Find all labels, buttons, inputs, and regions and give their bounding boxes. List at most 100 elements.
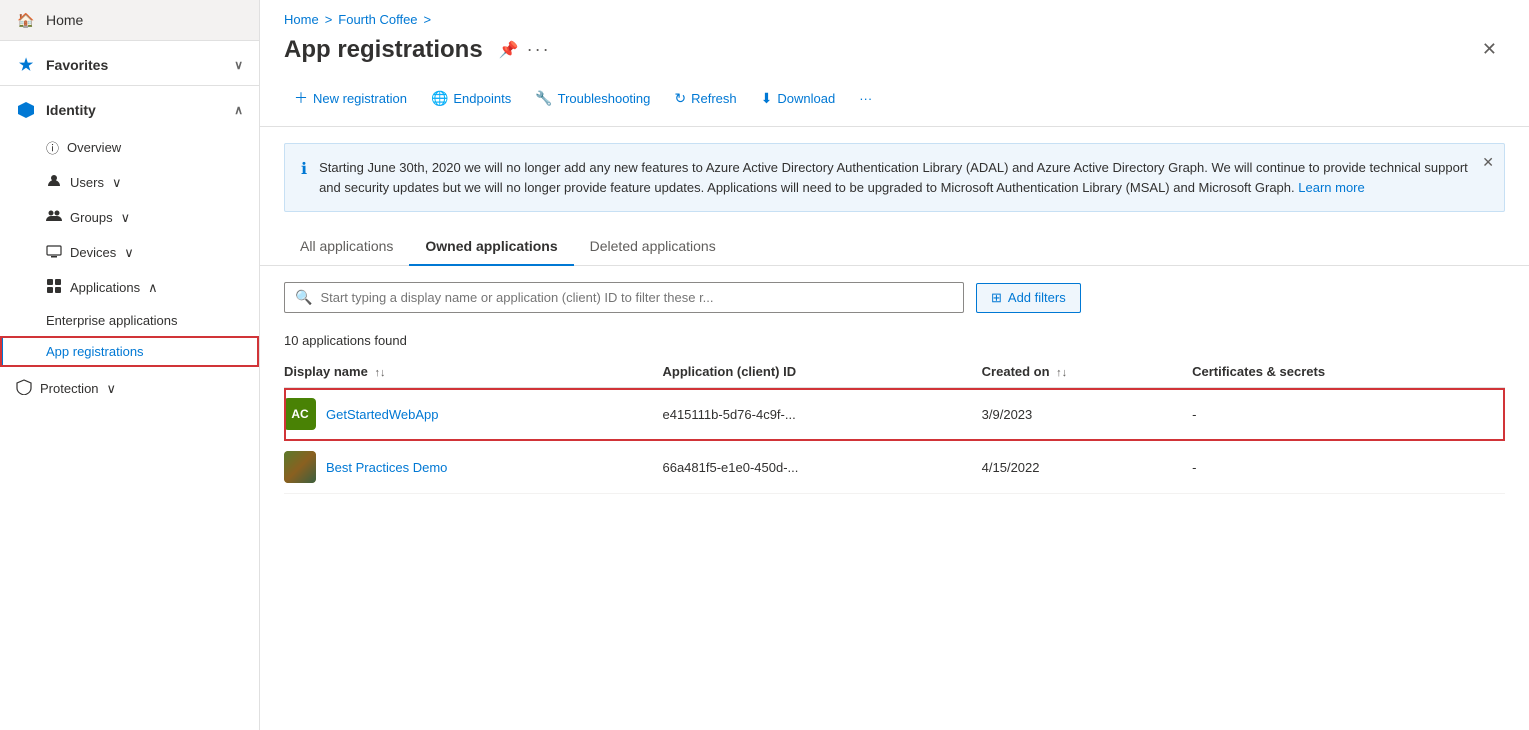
close-button[interactable]: ✕ xyxy=(1474,35,1505,64)
identity-chevron: ∧ xyxy=(234,103,243,117)
sidebar: 🏠 Home ★ Favorites ∨ Identity ∧ ⓘ Overvi… xyxy=(0,0,260,730)
protection-icon xyxy=(16,379,32,398)
breadcrumb-tenant[interactable]: Fourth Coffee xyxy=(338,12,417,27)
breadcrumb-sep1: > xyxy=(325,12,333,27)
breadcrumb-home[interactable]: Home xyxy=(284,12,319,27)
page-header-actions: 📌 ··· xyxy=(499,39,551,60)
app-avatar xyxy=(284,451,316,483)
toolbar-more-button[interactable]: ··· xyxy=(849,85,882,112)
sort-display-name-icon[interactable]: ↑↓ xyxy=(374,367,385,379)
toolbar: ＋ New registration 🌐 Endpoints 🔧 Trouble… xyxy=(260,76,1529,127)
home-icon: 🏠 xyxy=(16,10,36,30)
download-icon: ⬇ xyxy=(761,90,773,107)
col-client-id: Application (client) ID xyxy=(662,356,981,388)
app-name-link[interactable]: GetStartedWebApp xyxy=(326,407,439,422)
certs-cell: - xyxy=(1192,388,1505,441)
page-ellipsis-icon[interactable]: ··· xyxy=(527,39,551,60)
results-count: 10 applications found xyxy=(284,329,1505,356)
wrench-icon: 🔧 xyxy=(535,90,552,107)
applications-table: Display name ↑↓ Application (client) ID … xyxy=(284,356,1505,494)
groups-chevron: ∨ xyxy=(121,210,131,226)
sidebar-item-enterprise-apps[interactable]: Enterprise applications xyxy=(0,305,259,336)
globe-icon: 🌐 xyxy=(431,90,448,107)
sidebar-item-overview[interactable]: ⓘ Overview xyxy=(0,130,259,165)
applications-icon xyxy=(46,278,62,297)
app-name-cell: AC GetStartedWebApp xyxy=(284,388,662,441)
tabs: All applications Owned applications Dele… xyxy=(260,228,1529,266)
info-banner: ℹ Starting June 30th, 2020 we will no lo… xyxy=(284,143,1505,212)
users-icon xyxy=(46,173,62,192)
sidebar-item-groups[interactable]: Groups ∨ xyxy=(0,200,259,235)
download-button[interactable]: ⬇ Download xyxy=(751,84,846,113)
table-area: 10 applications found Display name ↑↓ Ap… xyxy=(260,321,1529,502)
app-name-link[interactable]: Best Practices Demo xyxy=(326,460,447,475)
refresh-icon: ↻ xyxy=(674,90,686,107)
groups-icon xyxy=(46,208,62,227)
app-avatar: AC xyxy=(284,398,316,430)
sidebar-identity-label: Identity xyxy=(46,102,96,118)
protection-chevron: ∨ xyxy=(107,381,117,397)
endpoints-button[interactable]: 🌐 Endpoints xyxy=(421,84,521,113)
table-row: Best Practices Demo 66a481f5-e1e0-450d-.… xyxy=(284,441,1505,494)
sidebar-item-applications[interactable]: Applications ∧ xyxy=(0,270,259,305)
client-id-cell: 66a481f5-e1e0-450d-... xyxy=(662,441,981,494)
sidebar-item-devices[interactable]: Devices ∨ xyxy=(0,235,259,270)
identity-icon xyxy=(16,100,36,120)
tab-deleted-applications[interactable]: Deleted applications xyxy=(574,228,732,266)
col-certs: Certificates & secrets xyxy=(1192,356,1505,388)
sidebar-applications-label: Applications xyxy=(70,280,140,295)
breadcrumb: Home > Fourth Coffee > xyxy=(260,0,1529,31)
pin-icon[interactable]: 📌 xyxy=(499,40,519,60)
learn-more-link[interactable]: Learn more xyxy=(1298,180,1364,195)
filter-icon: ⊞ xyxy=(991,290,1002,306)
sidebar-item-identity[interactable]: Identity ∧ xyxy=(0,85,259,130)
client-id-cell: e415111b-5d76-4c9f-... xyxy=(662,388,981,441)
page-header: App registrations 📌 ··· ✕ xyxy=(260,31,1529,76)
tab-all-applications[interactable]: All applications xyxy=(284,228,409,266)
info-icon: ℹ xyxy=(301,159,307,179)
app-name-cell: Best Practices Demo xyxy=(284,441,662,494)
sidebar-enterprise-apps-label: Enterprise applications xyxy=(46,313,178,328)
refresh-button[interactable]: ↻ Refresh xyxy=(664,84,746,113)
applications-chevron: ∧ xyxy=(148,280,158,296)
add-filters-button[interactable]: ⊞ Add filters xyxy=(976,283,1081,313)
search-box[interactable]: 🔍 xyxy=(284,282,964,313)
sidebar-item-app-registrations[interactable]: App registrations xyxy=(0,336,259,367)
favorites-chevron: ∨ xyxy=(234,58,243,72)
favorites-icon: ★ xyxy=(16,55,36,75)
sidebar-users-label: Users xyxy=(70,175,104,190)
close-banner-button[interactable]: ✕ xyxy=(1482,154,1494,171)
page-title: App registrations xyxy=(284,36,483,64)
breadcrumb-sep2: > xyxy=(424,12,432,27)
table-row: AC GetStartedWebApp e415111b-5d76-4c9f-.… xyxy=(284,388,1505,441)
tab-owned-applications[interactable]: Owned applications xyxy=(409,228,573,266)
banner-text: Starting June 30th, 2020 we will no long… xyxy=(319,158,1488,197)
sidebar-overview-label: Overview xyxy=(67,140,121,155)
sidebar-app-registrations-label: App registrations xyxy=(46,344,144,359)
sidebar-home-label: Home xyxy=(46,12,83,28)
col-created-on: Created on ↑↓ xyxy=(982,356,1192,388)
overview-icon: ⓘ xyxy=(46,138,59,157)
sort-created-on-icon[interactable]: ↑↓ xyxy=(1056,367,1067,379)
users-chevron: ∨ xyxy=(112,175,122,191)
sidebar-groups-label: Groups xyxy=(70,210,113,225)
sidebar-item-users[interactable]: Users ∨ xyxy=(0,165,259,200)
troubleshooting-button[interactable]: 🔧 Troubleshooting xyxy=(525,84,660,113)
plus-icon: ＋ xyxy=(294,88,308,108)
search-input[interactable] xyxy=(320,290,953,305)
sidebar-protection-label: Protection xyxy=(40,381,99,396)
created-on-cell: 3/9/2023 xyxy=(982,388,1192,441)
sidebar-item-home[interactable]: 🏠 Home xyxy=(0,0,259,40)
sidebar-item-protection[interactable]: Protection ∨ xyxy=(0,371,259,406)
sidebar-favorites-label: Favorites xyxy=(46,57,108,73)
col-display-name: Display name ↑↓ xyxy=(284,356,662,388)
new-registration-button[interactable]: ＋ New registration xyxy=(284,82,417,114)
created-on-cell: 4/15/2022 xyxy=(982,441,1192,494)
devices-icon xyxy=(46,243,62,262)
sidebar-devices-label: Devices xyxy=(70,245,116,260)
filter-bar: 🔍 ⊞ Add filters xyxy=(260,266,1529,321)
search-icon: 🔍 xyxy=(295,289,312,306)
sidebar-item-favorites[interactable]: ★ Favorites ∨ xyxy=(0,40,259,85)
certs-cell: - xyxy=(1192,441,1505,494)
main-content: Home > Fourth Coffee > App registrations… xyxy=(260,0,1529,730)
